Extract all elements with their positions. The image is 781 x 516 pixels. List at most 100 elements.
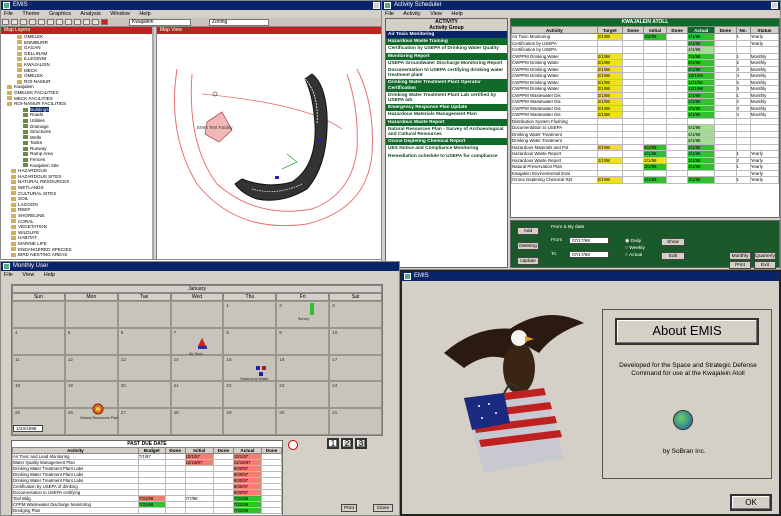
- calendar-print-button[interactable]: Print: [341, 504, 357, 512]
- toolbar-zoom-in-icon[interactable]: [29, 19, 36, 25]
- monthly-button[interactable]: Monthly: [729, 252, 751, 260]
- menu-view[interactable]: View: [22, 272, 34, 278]
- radio-daily[interactable]: ◉ Daily: [625, 239, 641, 244]
- to-date-field[interactable]: 07/17/98: [569, 251, 609, 258]
- column-header[interactable]: Done: [621, 26, 645, 34]
- event-marker-thu-1[interactable]: [256, 366, 260, 370]
- edit-button[interactable]: Edit: [661, 252, 685, 260]
- ok-button[interactable]: OK: [730, 494, 772, 511]
- toolbar-stop-icon[interactable]: [101, 19, 108, 25]
- menu-help[interactable]: Help: [44, 272, 55, 278]
- activity-list-item[interactable]: Hazardous Waste Training: [386, 38, 507, 46]
- print-button[interactable]: Print: [729, 261, 751, 269]
- activity-list-item[interactable]: Natural Resources Plan - Survey of Archa…: [386, 126, 507, 138]
- menu-file[interactable]: File: [4, 272, 13, 278]
- table-cell: [164, 507, 186, 514]
- activity-window-titlebar[interactable]: Activity Scheduler: [382, 1, 780, 10]
- menu-file[interactable]: File: [385, 11, 394, 17]
- radio-weekly[interactable]: ○ Weekly: [625, 246, 645, 251]
- radio-actual[interactable]: ○ Actual: [625, 253, 642, 258]
- activity-list-item[interactable]: Hazardous Materials Management Plan: [386, 111, 507, 118]
- table-row[interactable]: Ozone Depleting Chemical Rpt 2/1/98 3/1/98…: [511, 176, 779, 184]
- activity-list-item[interactable]: Monitoring Report: [386, 52, 507, 60]
- activity-list-item[interactable]: Drinking Water Treatment Plant Lab certi…: [386, 92, 507, 104]
- activity-list-item[interactable]: Documentation to USEPA certifying drinki…: [386, 67, 507, 79]
- exit-button[interactable]: Exit: [754, 261, 776, 269]
- page-3-button[interactable]: 3: [355, 438, 367, 449]
- toolbar-query-icon[interactable]: [83, 19, 90, 25]
- activity-list-item[interactable]: USEPA Groundwater Discharge Monitoring R…: [386, 60, 507, 67]
- menu-window[interactable]: Window: [110, 11, 130, 17]
- table-row[interactable]: CPPM Wastewater Discharge Monitoring 7/31…: [12, 501, 282, 508]
- column-header[interactable]: Status: [749, 26, 779, 34]
- add-button[interactable]: Add: [517, 227, 539, 235]
- toolbar-open-icon[interactable]: [2, 19, 9, 25]
- menu-analysis[interactable]: Analysis: [80, 11, 100, 17]
- calendar-close-button[interactable]: Close: [373, 504, 393, 512]
- event-marker-fri[interactable]: [310, 303, 314, 315]
- toolbar-measure-icon[interactable]: [74, 19, 81, 25]
- table-row[interactable]: Hazardous Waste Report 2/1/98 2/1/98 2/1/98…: [511, 156, 779, 164]
- menu-theme[interactable]: Theme: [22, 11, 39, 17]
- menu-file[interactable]: File: [4, 11, 13, 17]
- quarterly-button[interactable]: Quarterly: [754, 252, 776, 260]
- toolbar-identify-icon[interactable]: [65, 19, 72, 25]
- map-feature-label: EMIS Test Facility: [197, 125, 233, 130]
- about-titlebar[interactable]: EMIS: [402, 272, 779, 281]
- event-marker-wed[interactable]: [198, 338, 206, 346]
- alarm-clock-icon[interactable]: [288, 440, 298, 450]
- column-header[interactable]: Done: [714, 26, 737, 34]
- from-date-field[interactable]: 07/17/98: [569, 237, 609, 244]
- menu-help[interactable]: Help: [451, 11, 462, 17]
- close-icon[interactable]: [771, 2, 778, 9]
- activity-list-item[interactable]: Ozone Depleting Chemical Report: [386, 138, 507, 146]
- layer-selector[interactable]: Zoning: [209, 19, 269, 26]
- toolbar-zoom-out-icon[interactable]: [38, 19, 45, 25]
- map-view[interactable]: Map View EMIS Test Facility: [156, 27, 382, 259]
- event-marker-thu-2[interactable]: [262, 366, 266, 370]
- calendar-window-titlebar[interactable]: Monthly User: [1, 262, 399, 271]
- table-row[interactable]: Natural Preservation Plan 3/1/98 3/1/98 1 Ye…: [511, 163, 779, 171]
- column-header[interactable]: No.: [735, 26, 751, 34]
- tree-item-label: CORAL: [18, 218, 34, 224]
- activity-list-item[interactable]: Air Toxic Monitoring: [386, 31, 507, 39]
- menu-help[interactable]: Help: [139, 11, 150, 17]
- menu-graphics[interactable]: Graphics: [49, 11, 71, 17]
- deleting-button[interactable]: Deleting: [517, 242, 539, 250]
- table-row[interactable]: Air Toxic and Lead Monitoring 7/1/97 10/1/…: [12, 453, 282, 460]
- activity-list-item[interactable]: UES Notice and Compliance Monitoring: [386, 145, 507, 152]
- table-row[interactable]: Hazardous Waste Report 4/1/98 3/1/98 1 Yearl…: [511, 150, 779, 158]
- page-1-button[interactable]: 1: [327, 438, 339, 449]
- update-button[interactable]: Update: [517, 257, 539, 265]
- map-window-titlebar[interactable]: EMIS: [1, 1, 382, 10]
- tree-item[interactable]: TURTLE NESTING AREAS: [1, 258, 152, 259]
- event-marker-thu-3[interactable]: [259, 372, 263, 376]
- column-header[interactable]: Initial: [643, 26, 667, 34]
- column-header[interactable]: Target: [596, 26, 623, 34]
- calendar-event-markers: [92, 303, 314, 415]
- toolbar-print-icon[interactable]: [20, 19, 27, 25]
- column-header[interactable]: Done: [665, 26, 689, 34]
- layer-icon: [17, 40, 22, 45]
- calendar-date-field[interactable]: 1/23/1998: [13, 425, 43, 432]
- close-icon[interactable]: [373, 2, 380, 9]
- activity-list-item[interactable]: Certification by USEPA of Drinking Water…: [386, 45, 507, 52]
- show-button[interactable]: Show: [661, 238, 685, 246]
- activity-list-item[interactable]: Drinking Water Treatment Plant Operator …: [386, 79, 507, 92]
- menu-activity[interactable]: Activity: [403, 11, 420, 17]
- table-row[interactable]: Dredging Plan 7/31/98: [12, 507, 282, 514]
- table-cell: [212, 507, 234, 514]
- layer-icon: [11, 169, 16, 174]
- toolbar-save-icon[interactable]: [11, 19, 18, 25]
- toolbar-legend-icon[interactable]: [92, 19, 99, 25]
- site-selector[interactable]: Kwajalein: [129, 19, 191, 26]
- toolbar-select-icon[interactable]: [56, 19, 63, 25]
- activity-list-item[interactable]: Remediation schedule to USEPA for compli…: [386, 153, 507, 160]
- activity-list-item[interactable]: Emergency Response Plan Update: [386, 104, 507, 112]
- column-header[interactable]: Actual: [687, 26, 716, 34]
- menu-view[interactable]: View: [430, 11, 442, 17]
- column-header[interactable]: Activity: [511, 26, 598, 34]
- toolbar-pan-icon[interactable]: [47, 19, 54, 25]
- page-2-button[interactable]: 2: [341, 438, 353, 449]
- activity-list-item[interactable]: Hazardous Waste Report: [386, 118, 507, 126]
